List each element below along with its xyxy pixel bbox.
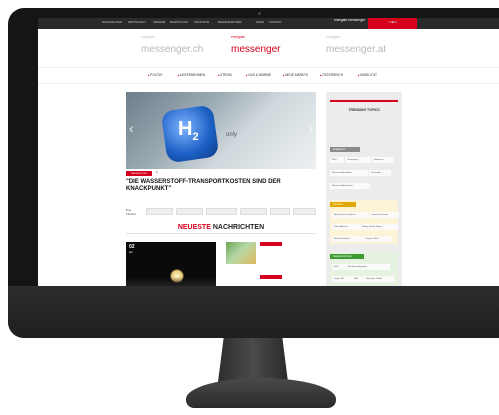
category-navigation: POLITIK UNTERNEHMEN STROM GAS & WÄRME NE… <box>38 67 499 84</box>
hero-category-badge[interactable]: WASSERSTOFF <box>126 171 152 176</box>
category-item[interactable]: ÖSTERREICH <box>320 73 343 77</box>
login-button[interactable]: LOGIN ■ <box>368 18 417 29</box>
news-card-featured[interactable]: 02 Apr. <box>126 242 216 287</box>
category-item[interactable]: MOBILITÄT <box>358 73 377 77</box>
monitor-stand-neck <box>218 338 288 382</box>
top-themen-chip[interactable] <box>270 208 290 215</box>
trending-chip[interactable]: Andreas Scheuerbeck <box>332 212 368 218</box>
brand-at-name: messenger.at <box>326 43 387 55</box>
trending-chip[interactable]: Wasserstoffwirtschaft <box>330 183 370 189</box>
trending-chip[interactable]: Philipp Pieller-Haase <box>360 224 398 230</box>
brand-main-name: messenger <box>231 43 281 55</box>
brand-ch-logo[interactable]: energate messenger.ch <box>141 35 204 56</box>
top-themen-chip[interactable] <box>146 208 174 215</box>
brand-at-pre: energate <box>326 35 340 39</box>
top-themen-bar: Top-Themen <box>126 207 317 216</box>
user-icon: ■ <box>391 21 394 24</box>
topnav-item[interactable]: NACHRICHTEN <box>102 21 122 24</box>
topnav-item[interactable]: MARKTPLATZ <box>170 21 188 24</box>
hero-meta-icon: ■ <box>156 171 158 174</box>
hero-image[interactable]: H2 only ‹ › <box>126 92 316 169</box>
top-navigation-bar: NACHRICHTEN WIRTSCHAFT TERMINE MARKTPLAT… <box>38 18 499 29</box>
trending-chip[interactable]: EIA <box>352 276 364 282</box>
monitor-chin <box>8 286 499 338</box>
trending-chip[interactable]: Bernd Westphal <box>332 236 362 242</box>
sidebar-accent-bar <box>330 100 398 102</box>
topnav-item[interactable]: WIRTSCHAFT <box>128 21 146 24</box>
neueste-word-red: NEUESTE <box>177 224 211 231</box>
category-item[interactable]: NEUE MÄRKTE <box>283 73 308 77</box>
topnav-item[interactable]: MEDIENPARTNER <box>218 21 242 24</box>
trending-group-label[interactable]: Erdgasnetz <box>330 147 360 152</box>
category-item[interactable]: UNTERNEHMEN <box>178 73 205 77</box>
news-category-badge[interactable] <box>260 275 282 279</box>
trending-chip[interactable]: Peter Altmaier <box>332 224 360 230</box>
neueste-word: NACHRICHTEN <box>212 224 265 231</box>
neueste-heading: NEUESTE NACHRICHTEN <box>126 224 316 231</box>
trending-chip[interactable]: Thomas Pflüll <box>363 236 391 242</box>
top-themen-label: Top-Themen <box>126 207 137 216</box>
trending-group-label[interactable]: Regulierbehörden <box>330 254 364 259</box>
brand-ch-pre: energate <box>141 35 155 39</box>
top-themen-chip[interactable] <box>240 208 268 215</box>
monitor-stand-base <box>186 378 336 408</box>
top-themen-chip[interactable] <box>206 208 238 215</box>
trending-topics-sidebar: TRENDING TOPICS Erdgasnetz EEG Gasmangel… <box>326 92 402 287</box>
news-category-badge[interactable] <box>260 242 282 246</box>
trending-chip[interactable]: EZG <box>332 264 346 270</box>
hero-fuel-text: only <box>226 132 238 138</box>
trending-chip[interactable]: Bundesnetzagentur <box>346 264 390 270</box>
brand-at-logo[interactable]: energate messenger.at <box>326 35 387 56</box>
website-screen: NACHRICHTEN WIRTSCHAFT TERMINE MARKTPLAT… <box>38 18 499 287</box>
trending-group-label[interactable]: Personen <box>330 202 356 207</box>
topnav-item[interactable]: KONTAKT <box>269 21 282 24</box>
trending-chip[interactable]: Heizungs GmbH <box>364 276 394 282</box>
top-themen-chip[interactable] <box>176 208 204 215</box>
category-item[interactable]: STROM <box>218 73 232 77</box>
trending-chip[interactable]: EEG <box>330 157 344 163</box>
chevron-right-icon[interactable]: › <box>308 120 313 136</box>
brand-main-logo[interactable]: energate messenger <box>231 35 281 56</box>
category-item[interactable]: POLITIK <box>148 73 162 77</box>
trending-chip[interactable]: Wasserstoffmobilität <box>330 170 368 176</box>
category-item[interactable]: GAS & WÄRME <box>246 73 271 77</box>
topnav-item[interactable]: PRODUKTE <box>194 21 209 24</box>
brand-main-pre: energate <box>231 35 245 39</box>
imac-monitor: NACHRICHTEN WIRTSCHAFT TERMINE MARKTPLAT… <box>8 8 499 338</box>
brand-ch-name: messenger.ch <box>141 43 204 55</box>
site-header: energate messenger.ch energate messenger… <box>38 29 499 84</box>
topnav-logo[interactable]: energate messenger <box>334 18 365 23</box>
top-themen-chip[interactable] <box>292 208 317 215</box>
hero-headline[interactable]: "DIE WASSERSTOFF-TRANSPORTKOSTEN SIND DE… <box>126 179 316 193</box>
trending-chip[interactable]: Preisradar <box>369 170 391 176</box>
topnav-item[interactable]: TERMINE <box>153 21 165 24</box>
camera-dot <box>258 12 261 15</box>
trending-chip[interactable]: Lorenzo Ganasini <box>369 212 399 218</box>
news-card-date: 02 Apr. <box>129 244 135 255</box>
topnav-item[interactable]: NEWS <box>256 21 264 24</box>
hero-h2-text: H2 <box>178 118 199 143</box>
divider <box>126 233 316 234</box>
trending-chip[interactable]: Gasmangel <box>345 157 371 163</box>
chevron-left-icon[interactable]: ‹ <box>129 120 134 136</box>
trending-chip[interactable]: Biomasse <box>372 157 394 163</box>
news-thumbnail[interactable] <box>226 242 256 264</box>
trending-title: TRENDING TOPICS <box>348 108 380 112</box>
trending-chip[interactable]: Uniper SE <box>332 276 352 282</box>
